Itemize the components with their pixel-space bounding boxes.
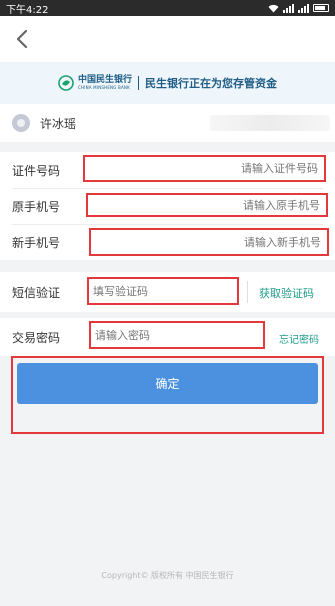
masked-info [210,115,330,131]
back-button[interactable] [10,26,34,52]
sms-label: 短信验证 [12,285,61,300]
user-name: 许冰瑶 [40,116,77,131]
sms-separator [247,281,248,303]
forgot-password-link[interactable]: 忘记密码 [279,331,319,346]
bank-logo-icon [58,75,74,91]
signal-icon-2 [298,3,309,13]
confirm-button[interactable]: 确定 [17,363,318,404]
sms-code-input[interactable] [93,284,237,298]
old-phone-label: 原手机号 [12,199,61,214]
nav-bar [0,16,335,62]
bank-name-cn: 中国民生银行 [77,75,132,85]
password-field[interactable] [89,321,265,349]
id-number-input[interactable] [85,162,318,175]
old-phone-field[interactable] [86,193,328,217]
password-label: 交易密码 [12,330,61,345]
avatar [12,114,30,132]
status-icons [268,3,329,13]
new-phone-input[interactable] [91,235,321,249]
confirm-highlight: 确定 [11,356,324,434]
banner-slogan: 民生银行正在为您存管资金 [145,77,277,90]
old-phone-input[interactable] [88,198,320,212]
id-number-field[interactable] [83,155,326,182]
copyright-footer: Copyright© 版权所有 中国民生银行 [101,571,234,580]
password-input[interactable] [95,328,263,342]
wifi-icon [268,4,279,12]
bank-name-en: CHINA MINSHENG BANK [77,85,130,90]
new-phone-label: 新手机号 [12,235,61,250]
chevron-left-icon [16,29,28,49]
bank-logo: 中国民生银行 CHINA MINSHENG BANK [58,75,132,91]
status-bar: 下午4:22 [0,0,335,16]
get-code-button[interactable]: 获取验证码 [259,285,314,301]
bank-banner: 中国民生银行 CHINA MINSHENG BANK 民生银行正在为您存管资金 [0,62,335,104]
sms-code-field[interactable] [87,277,239,305]
status-time: 下午4:22 [6,4,49,16]
id-number-label: 证件号码 [12,163,61,178]
new-phone-field[interactable] [89,228,329,256]
banner-divider [138,76,139,90]
signal-icon [283,3,294,13]
battery-icon [313,4,329,12]
